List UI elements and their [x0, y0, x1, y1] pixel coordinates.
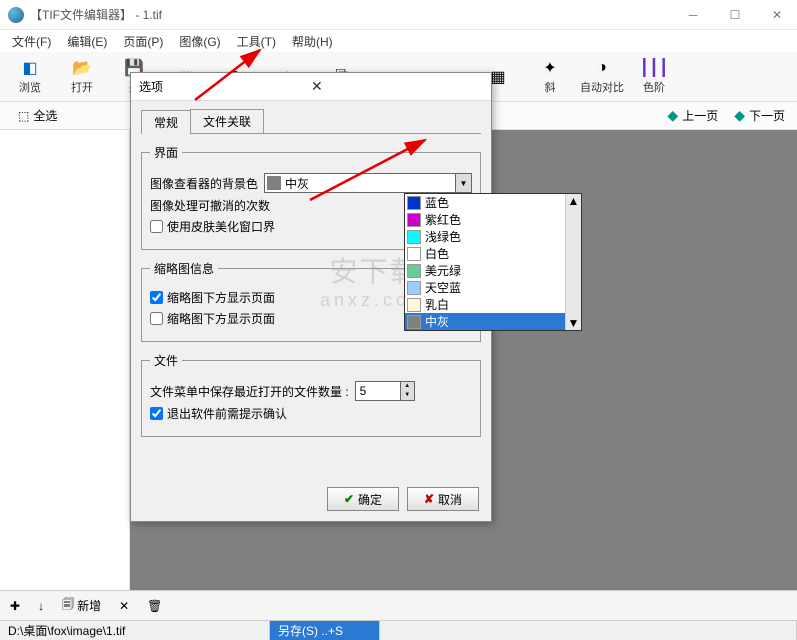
minimize-button[interactable]: ─	[681, 5, 705, 25]
dialog-titlebar[interactable]: 选项 ✕	[131, 73, 491, 101]
undo-count-label: 图像处理可撤消的次数	[150, 197, 270, 214]
bg-color-label: 图像查看器的背景色	[150, 175, 258, 192]
bg-color-dropdown[interactable]: ▲▼ 蓝色紫红色浅绿色白色美元绿天空蓝乳白中灰	[404, 193, 582, 331]
dropdown-option[interactable]: 浅绿色	[405, 228, 581, 245]
menu-edit[interactable]: 编辑(E)	[59, 31, 115, 52]
thumb-show-page-checkbox[interactable]	[150, 291, 163, 304]
spinner-up-icon[interactable]: ▲	[401, 382, 414, 391]
bg-color-combo[interactable]: 中灰 ▼	[264, 173, 472, 193]
x-mark-icon: ✘	[424, 492, 434, 506]
select-all-button[interactable]: ⬚ 全选	[12, 105, 63, 126]
group-file: 文件 文件菜单中保存最近打开的文件数量 : 5 ▲▼ 退出软件前需提示确认	[141, 352, 481, 437]
dropdown-option[interactable]: 中灰	[405, 313, 581, 330]
dropdown-option[interactable]: 紫红色	[405, 211, 581, 228]
status-saveas[interactable]: 另存(S) ..+S	[270, 621, 380, 640]
status-empty	[380, 621, 797, 640]
levels-icon: ┃┃┃	[644, 59, 664, 77]
menu-help[interactable]: 帮助(H)	[284, 31, 341, 52]
color-swatch	[407, 264, 421, 278]
dropdown-option[interactable]: 蓝色	[405, 194, 581, 211]
trash-button[interactable]: 🗑	[143, 597, 166, 615]
menu-tools[interactable]: 工具(T)	[229, 31, 284, 52]
cancel-button[interactable]: ✘ 取消	[407, 487, 479, 511]
dropdown-option[interactable]: 乳白	[405, 296, 581, 313]
bg-swatch	[267, 176, 281, 190]
select-all-icon: ⬚	[18, 109, 29, 123]
folder-open-icon: 📂	[72, 59, 92, 77]
thumbnail-panel[interactable]	[0, 130, 130, 590]
status-bar: D:\桌面\fox\image\1.tif 另存(S) ..+S	[0, 620, 797, 640]
open-button[interactable]: 📂 打开	[60, 55, 104, 99]
arrow-right-icon: ◆	[734, 107, 745, 124]
browse-button[interactable]: ◧ 浏览	[8, 55, 52, 99]
recent-files-label: 文件菜单中保存最近打开的文件数量 :	[150, 383, 349, 400]
menu-file[interactable]: 文件(F)	[4, 31, 59, 52]
color-swatch	[407, 247, 421, 261]
skin-checkbox[interactable]	[150, 220, 163, 233]
browse-icon: ◧	[20, 59, 40, 77]
app-icon	[8, 7, 24, 23]
spinner-down-icon[interactable]: ▼	[401, 391, 414, 400]
color-swatch	[407, 196, 421, 210]
color-swatch	[407, 230, 421, 244]
sharpen-icon: ✦	[540, 59, 560, 77]
dropdown-scrollbar[interactable]: ▲▼	[565, 194, 581, 330]
autocontrast-button[interactable]: ◑ 自动对比	[580, 55, 624, 99]
bottom-toolbar: ✚ ↓ 🗐 新增 ✕ 🗑	[0, 590, 797, 620]
window-title: 【TIF文件编辑器】 - 1.tif	[30, 6, 681, 23]
title-bar: 【TIF文件编辑器】 - 1.tif ─ ☐ ✕	[0, 0, 797, 30]
menu-page[interactable]: 页面(P)	[115, 31, 171, 52]
color-swatch	[407, 298, 421, 312]
prev-page-button[interactable]: ◆ 上一页	[667, 107, 718, 124]
menu-image[interactable]: 图像(G)	[171, 31, 228, 52]
chevron-down-icon[interactable]: ▼	[455, 174, 471, 192]
close-button[interactable]: ✕	[765, 5, 789, 25]
color-swatch	[407, 213, 421, 227]
recent-files-spinner[interactable]: 5 ▲▼	[355, 381, 415, 401]
contrast-icon: ◑	[592, 59, 612, 77]
dropdown-option[interactable]: 白色	[405, 245, 581, 262]
levels-button[interactable]: ┃┃┃ 色阶	[632, 55, 676, 99]
tab-general[interactable]: 常规	[141, 110, 191, 134]
move-down-button[interactable]: ↓	[34, 597, 48, 615]
dropdown-option[interactable]: 美元绿	[405, 262, 581, 279]
delete-x-button[interactable]: ✕	[115, 597, 133, 615]
status-path: D:\桌面\fox\image\1.tif	[0, 621, 270, 640]
ok-button[interactable]: ✔ 确定	[327, 487, 399, 511]
dropdown-option[interactable]: 天空蓝	[405, 279, 581, 296]
tool-sharpen[interactable]: ✦ 斜	[528, 55, 572, 99]
new-icon: 🗐	[62, 595, 74, 616]
maximize-button[interactable]: ☐	[723, 5, 747, 25]
exit-confirm-checkbox[interactable]	[150, 407, 163, 420]
new-button[interactable]: 🗐 新增	[58, 593, 105, 618]
dialog-tabs: 常规 文件关联	[141, 109, 481, 134]
dialog-close-button[interactable]: ✕	[311, 78, 483, 95]
color-swatch	[407, 315, 421, 329]
menu-bar: 文件(F) 编辑(E) 页面(P) 图像(G) 工具(T) 帮助(H)	[0, 30, 797, 52]
check-icon: ✔	[344, 492, 354, 506]
dialog-title: 选项	[139, 78, 311, 95]
color-swatch	[407, 281, 421, 295]
thumb-show-page2-checkbox[interactable]	[150, 312, 163, 325]
next-page-button[interactable]: ◆ 下一页	[734, 107, 785, 124]
add-page-button[interactable]: ✚	[6, 597, 24, 615]
tab-file-assoc[interactable]: 文件关联	[190, 109, 264, 133]
arrow-left-icon: ◆	[667, 107, 678, 124]
